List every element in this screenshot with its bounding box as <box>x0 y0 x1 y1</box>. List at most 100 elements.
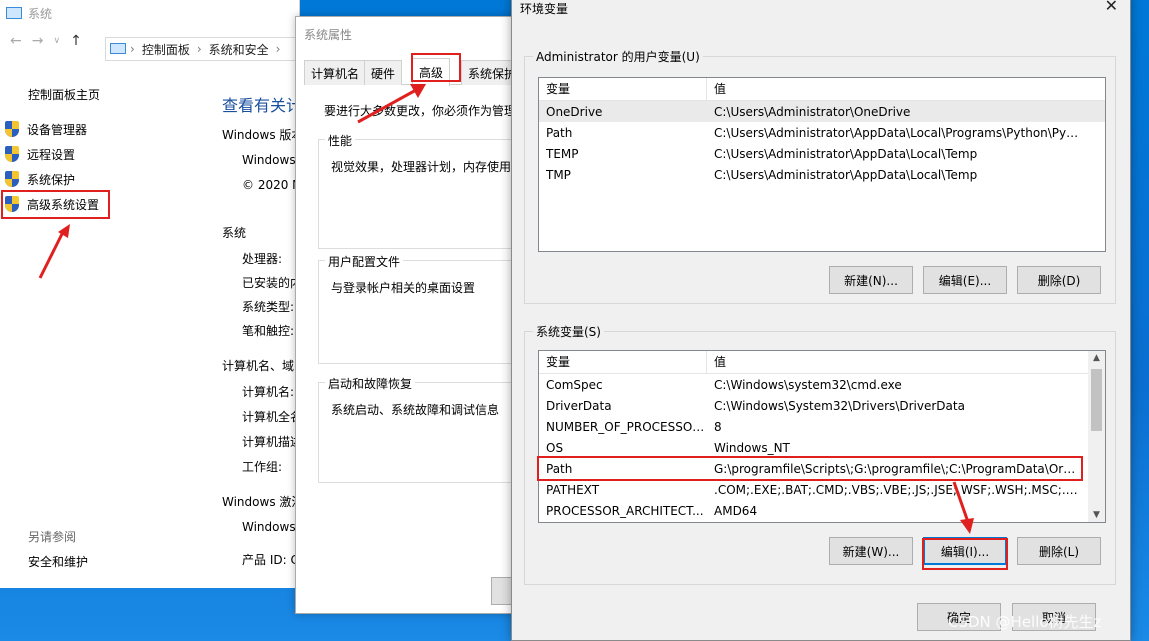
info-label: 计算机全名 <box>242 410 303 424</box>
forward-arrow-icon[interactable]: → <box>32 33 44 49</box>
nav-label: 设备管理器 <box>27 122 88 137</box>
var-value: C:\Users\Administrator\OneDrive <box>714 104 911 119</box>
user-edit-button[interactable]: 编辑(E)... <box>923 266 1007 294</box>
watermark: CSDN @Hello树先生z <box>948 613 1102 631</box>
see-also-heading: 另请参阅 <box>28 530 77 544</box>
info-label: 工作组: <box>242 460 283 474</box>
group-text: 视觉效果，处理器计划，内存使用 <box>331 160 512 174</box>
var-value: AMD64 <box>714 503 758 518</box>
user-new-button[interactable]: 新建(N)... <box>829 266 913 294</box>
info-label: 已安装的内 <box>242 276 303 290</box>
highlight-box-advanced <box>1 190 110 219</box>
system-new-button[interactable]: 新建(W)... <box>829 537 913 565</box>
table-row[interactable]: NUMBER_OF_PROCESSORS 8 <box>539 416 1105 437</box>
shield-icon <box>4 121 20 137</box>
var-name: DriverData <box>546 398 612 413</box>
var-value: C:\Windows\system32\cmd.exe <box>714 377 902 392</box>
info-label: Windows 版本 <box>222 128 304 142</box>
user-delete-button[interactable]: 删除(D) <box>1017 266 1101 294</box>
nav-system-protection[interactable]: 系统保护 <box>4 169 75 189</box>
control-panel-icon <box>110 43 126 54</box>
annotation-arrow <box>357 84 426 124</box>
var-name: OneDrive <box>546 104 603 119</box>
breadcrumb-separator-icon: › <box>275 42 281 56</box>
var-name: TMP <box>546 167 571 182</box>
list-header: 变量 值 <box>539 351 1105 374</box>
var-value: C:\Users\Administrator\AppData\Local\Pro… <box>714 125 1079 140</box>
info-label: 笔和触控: <box>242 324 295 338</box>
var-value: Windows_NT <box>714 440 790 455</box>
close-icon[interactable]: ✕ <box>1105 0 1118 15</box>
col-variable[interactable]: 变量 <box>539 78 707 100</box>
page-title: 查看有关计 <box>222 96 303 115</box>
table-row[interactable]: PATHEXT .COM;.EXE;.BAT;.CMD;.VBS;.VBE;.J… <box>539 479 1105 500</box>
var-value: C:\Windows\System32\Drivers\DriverData <box>714 398 965 413</box>
info-label: 产品 ID: C <box>242 553 299 567</box>
dropdown-chevron-icon[interactable]: ∨ <box>53 36 60 46</box>
table-row[interactable]: TMP C:\Users\Administrator\AppData\Local… <box>539 164 1105 185</box>
system-titlebar: 系统 <box>0 0 299 26</box>
monitor-icon <box>6 7 22 19</box>
breadcrumb-separator-icon: › <box>130 42 135 56</box>
info-label: Windows <box>242 153 296 167</box>
scroll-down-icon[interactable]: ▼ <box>1088 510 1105 520</box>
dialog-title: 环境变量 <box>520 2 569 16</box>
var-name: OS <box>546 440 564 455</box>
nav-remote-settings[interactable]: 远程设置 <box>4 144 75 164</box>
var-name: PATHEXT <box>546 482 600 497</box>
info-label: Windows <box>242 520 296 534</box>
highlight-box-edit-button <box>922 538 1008 570</box>
user-profiles-group: 用户配置文件 与登录帐户相关的桌面设置 <box>318 253 528 364</box>
table-row[interactable]: PROCESSOR_ARCHITECT... AMD64 <box>539 500 1105 521</box>
info-label: 计算机名、域 <box>222 359 295 373</box>
environment-variables-dialog: 环境变量 ✕ Administrator 的用户变量(U) 变量 值 OneDr… <box>511 0 1131 641</box>
var-value: C:\Users\Administrator\AppData\Local\Tem… <box>714 146 978 161</box>
group-text: 系统启动、系统故障和调试信息 <box>331 403 500 417</box>
var-name: Path <box>546 125 573 140</box>
highlight-box-path-row <box>537 456 1083 481</box>
var-name: NUMBER_OF_PROCESSORS <box>546 419 707 434</box>
table-row[interactable]: OneDrive C:\Users\Administrator\OneDrive <box>539 101 1105 122</box>
nav-device-manager[interactable]: 设备管理器 <box>4 119 87 139</box>
system-window: 系统 ← → ∨ ↑ › 控制面板 › 系统和安全 › 控制面板主页 设备管理器… <box>0 0 305 588</box>
security-maintenance-link[interactable]: 安全和维护 <box>28 553 88 570</box>
col-value[interactable]: 值 <box>707 78 726 100</box>
system-vars-list[interactable]: 变量 值 ComSpec C:\Windows\system32\cmd.exe… <box>538 350 1106 523</box>
scrollbar-thumb[interactable] <box>1091 369 1102 431</box>
nav-label: 系统保护 <box>27 172 76 187</box>
annotation-arrow <box>952 481 974 534</box>
info-label: Windows 激活 <box>222 495 304 509</box>
vertical-scrollbar[interactable]: ▲ ▼ <box>1088 351 1105 522</box>
table-row[interactable]: TEMP C:\Users\Administrator\AppData\Loca… <box>539 143 1105 164</box>
info-label: 处理器: <box>242 252 283 266</box>
var-value: 8 <box>714 419 722 434</box>
breadcrumb-control-panel[interactable]: 控制面板 <box>142 41 190 58</box>
table-row[interactable]: ComSpec C:\Windows\system32\cmd.exe <box>539 374 1105 395</box>
nav-label: 远程设置 <box>27 147 76 162</box>
breadcrumb[interactable]: › 控制面板 › 系统和安全 › <box>105 37 305 61</box>
table-row[interactable]: Path C:\Users\Administrator\AppData\Loca… <box>539 122 1105 143</box>
system-title: 系统 <box>28 6 53 21</box>
info-label: 计算机名: <box>242 385 295 399</box>
col-variable[interactable]: 变量 <box>539 351 707 373</box>
up-arrow-icon[interactable]: ↑ <box>70 33 82 49</box>
control-panel-home-link[interactable]: 控制面板主页 <box>28 86 100 103</box>
list-header: 变量 值 <box>539 78 1105 101</box>
col-value[interactable]: 值 <box>707 351 726 373</box>
var-name: ComSpec <box>546 377 603 392</box>
user-vars-list[interactable]: 变量 值 OneDrive C:\Users\Administrator\One… <box>538 77 1106 252</box>
table-row[interactable]: OS Windows_NT <box>539 437 1105 458</box>
dialog-title: 系统属性 <box>304 28 353 42</box>
scroll-up-icon[interactable]: ▲ <box>1088 353 1105 363</box>
back-arrow-icon[interactable]: ← <box>10 33 22 49</box>
system-delete-button[interactable]: 删除(L) <box>1017 537 1101 565</box>
startup-recovery-group: 启动和故障恢复 系统启动、系统故障和调试信息 <box>318 375 528 483</box>
annotation-arrow <box>38 224 70 279</box>
info-label: © 2020 M <box>242 178 303 192</box>
breadcrumb-system-security[interactable]: 系统和安全 <box>209 41 269 58</box>
table-row[interactable]: DriverData C:\Windows\System32\Drivers\D… <box>539 395 1105 416</box>
info-label: 系统类型: <box>242 300 295 314</box>
var-value: C:\Users\Administrator\AppData\Local\Tem… <box>714 167 978 182</box>
breadcrumb-separator-icon: › <box>196 42 202 56</box>
var-value: .COM;.EXE;.BAT;.CMD;.VBS;.VBE;.JS;.JSE;.… <box>714 482 1079 497</box>
